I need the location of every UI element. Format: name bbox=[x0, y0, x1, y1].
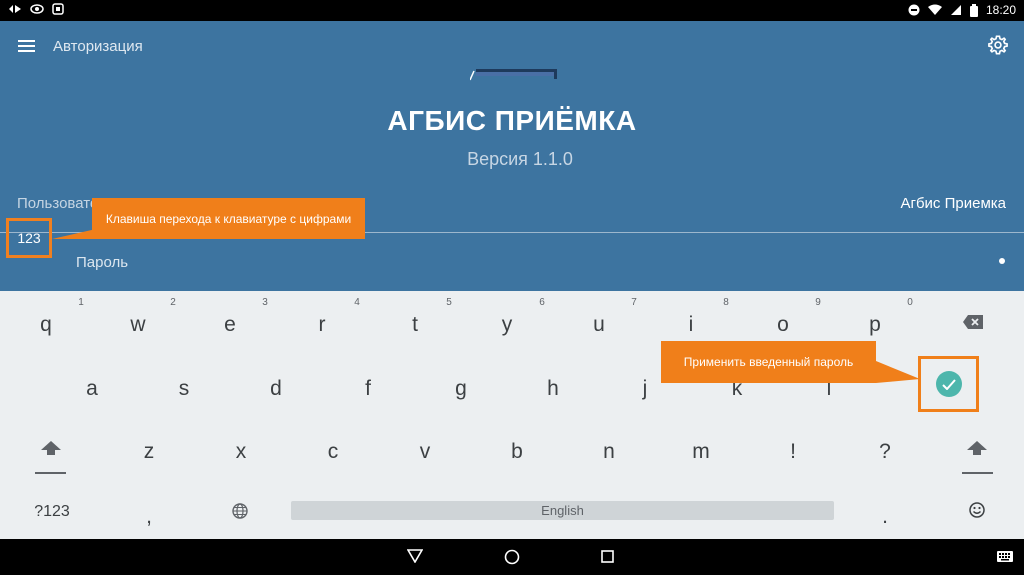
checkmark-icon bbox=[935, 371, 962, 397]
key-period[interactable]: . bbox=[865, 505, 905, 529]
key-x[interactable]: x bbox=[221, 440, 261, 464]
key-m[interactable]: m bbox=[681, 440, 721, 464]
numeric-keyboard-key[interactable]: 123 bbox=[6, 218, 52, 258]
eye-icon bbox=[30, 4, 44, 14]
globe-icon[interactable] bbox=[232, 503, 248, 519]
toolbar-title: Авторизация bbox=[53, 38, 143, 55]
key-exclamation[interactable]: ! bbox=[773, 440, 813, 464]
key-question[interactable]: ? bbox=[865, 440, 905, 464]
key-d[interactable]: d bbox=[256, 377, 296, 401]
numeric-key-callout: Клавиша перехода к клавиатуре с цифрами bbox=[92, 198, 365, 239]
backspace-icon[interactable] bbox=[963, 315, 983, 329]
key-hint: 5 bbox=[446, 297, 452, 308]
key-w[interactable]: w bbox=[118, 313, 158, 337]
key-y[interactable]: y bbox=[487, 313, 527, 337]
app-icon bbox=[52, 3, 64, 15]
key-o[interactable]: o bbox=[763, 313, 803, 337]
login-screen: Авторизация АГБИС ПРИЁМКА Версия 1.1.0 П… bbox=[0, 21, 1024, 291]
key-e[interactable]: e bbox=[210, 313, 250, 337]
password-dot bbox=[999, 258, 1005, 264]
key-j[interactable]: j bbox=[625, 377, 665, 401]
key-hint: 7 bbox=[631, 297, 637, 308]
key-u[interactable]: u bbox=[579, 313, 619, 337]
back-icon[interactable] bbox=[407, 549, 423, 563]
signal-icon bbox=[950, 5, 961, 15]
wifi-icon bbox=[927, 4, 942, 15]
key-s[interactable]: s bbox=[164, 377, 204, 401]
key-b[interactable]: b bbox=[497, 440, 537, 464]
emoji-icon[interactable] bbox=[969, 502, 985, 518]
key-hint: 6 bbox=[539, 297, 545, 308]
home-icon[interactable] bbox=[504, 549, 520, 565]
key-hint: 8 bbox=[723, 297, 729, 308]
shift-left-icon[interactable] bbox=[41, 441, 61, 456]
key-r[interactable]: r bbox=[302, 313, 342, 337]
shift-underline bbox=[35, 472, 66, 474]
key-a[interactable]: a bbox=[72, 377, 112, 401]
callout-pointer bbox=[52, 229, 96, 239]
app-title: АГБИС ПРИЁМКА bbox=[387, 105, 637, 136]
key-z[interactable]: z bbox=[129, 440, 169, 464]
key-h[interactable]: h bbox=[533, 377, 573, 401]
key-p[interactable]: p bbox=[855, 313, 895, 337]
shift-underline bbox=[962, 472, 993, 474]
password-field[interactable]: Пароль bbox=[76, 254, 128, 271]
app-version: Версия 1.1.0 bbox=[467, 149, 573, 169]
key-hint: 2 bbox=[170, 297, 176, 308]
key-hint: 3 bbox=[262, 297, 268, 308]
key-hint: 9 bbox=[815, 297, 821, 308]
gear-icon[interactable] bbox=[987, 34, 1009, 56]
enter-key[interactable] bbox=[918, 356, 979, 412]
battery-icon bbox=[969, 3, 978, 17]
status-time: 18:20 bbox=[985, 3, 1016, 17]
key-hint: 0 bbox=[907, 297, 913, 308]
key-n[interactable]: n bbox=[589, 440, 629, 464]
status-left bbox=[8, 3, 64, 15]
key-hint: 4 bbox=[354, 297, 360, 308]
key-g[interactable]: g bbox=[441, 377, 481, 401]
key-v[interactable]: v bbox=[405, 440, 445, 464]
menu-icon[interactable] bbox=[18, 40, 35, 52]
keyboard-icon[interactable] bbox=[997, 551, 1013, 562]
key-t[interactable]: t bbox=[395, 313, 435, 337]
shift-right-icon[interactable] bbox=[967, 441, 987, 456]
enter-key-callout: Применить введенный пароль bbox=[661, 341, 876, 383]
navigation-bar bbox=[0, 539, 1024, 575]
network-icon bbox=[9, 5, 21, 13]
key-c[interactable]: c bbox=[313, 440, 353, 464]
key-q[interactable]: q bbox=[26, 313, 66, 337]
recents-icon[interactable] bbox=[601, 550, 614, 563]
key-i[interactable]: i bbox=[671, 313, 711, 337]
user-value[interactable]: Агбис Приемка bbox=[900, 195, 1006, 212]
do-not-disturb-icon bbox=[908, 4, 920, 16]
callout-pointer bbox=[876, 361, 920, 383]
key-hint: 1 bbox=[78, 297, 84, 308]
logo-fragment bbox=[470, 69, 557, 81]
symbols-key[interactable]: ?123 bbox=[27, 503, 77, 521]
key-f[interactable]: f bbox=[348, 377, 388, 401]
status-right: 18:20 bbox=[908, 3, 1016, 17]
key-comma[interactable]: , bbox=[129, 505, 169, 529]
status-bar: 18:20 bbox=[0, 0, 1024, 21]
space-bar[interactable]: English bbox=[291, 501, 834, 520]
